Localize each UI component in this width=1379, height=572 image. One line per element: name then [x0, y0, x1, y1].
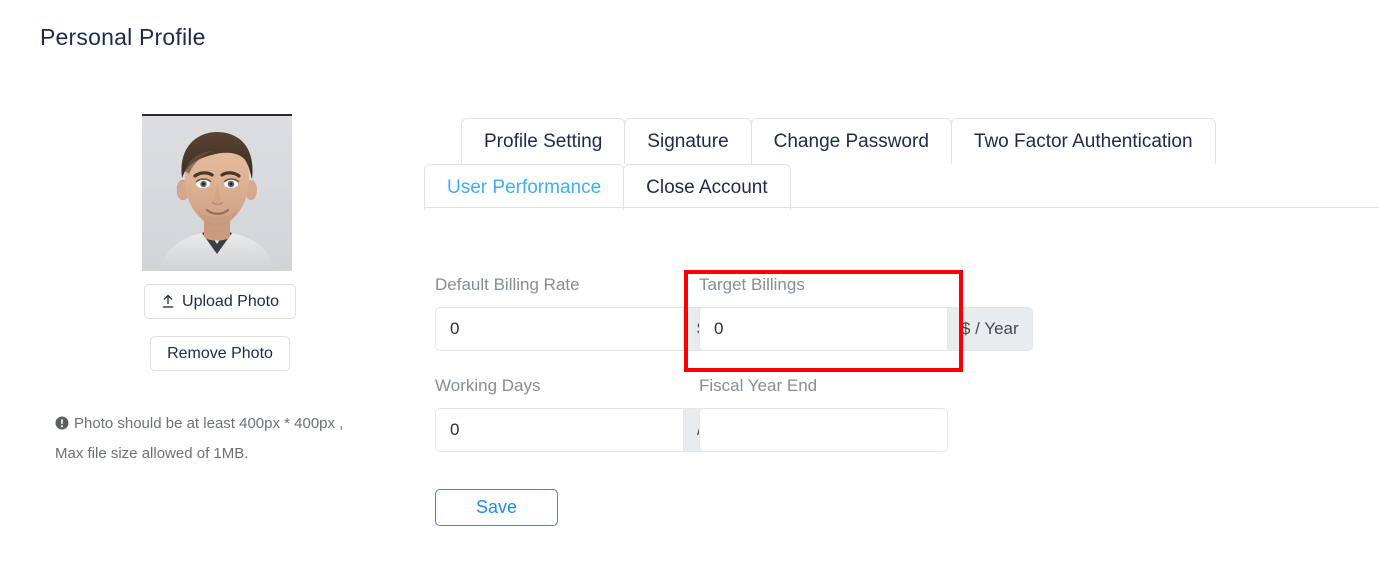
tab-user-performance[interactable]: User Performance	[424, 164, 625, 210]
fiscal-year-end-input-group	[699, 408, 948, 452]
target-billings-input[interactable]	[699, 307, 947, 351]
tab-label: Signature	[647, 130, 729, 152]
page-title: Personal Profile	[40, 24, 206, 50]
upload-arrow-icon	[161, 294, 175, 309]
save-button[interactable]: Save	[435, 489, 558, 526]
tab-change-password[interactable]: Change Password	[750, 118, 952, 164]
default-billing-rate-label: Default Billing Rate	[435, 275, 580, 294]
field-default-billing-rate: Default Billing Rate $ / Hr	[435, 275, 753, 351]
working-days-input[interactable]	[435, 408, 683, 452]
tab-label: Two Factor Authentication	[973, 130, 1193, 152]
tab-close-account[interactable]: Close Account	[623, 164, 791, 210]
upload-photo-button[interactable]: Upload Photo	[144, 284, 296, 319]
remove-photo-button[interactable]: Remove Photo	[150, 336, 290, 371]
tab-label: Close Account	[646, 176, 768, 198]
field-working-days: Working Days / Year	[435, 376, 755, 452]
tab-signature[interactable]: Signature	[624, 118, 752, 164]
tab-label: User Performance	[447, 176, 602, 198]
photo-hint-line-2: Max file size allowed of 1MB.	[55, 445, 249, 462]
tab-label: Change Password	[773, 130, 929, 152]
upload-photo-label: Upload Photo	[182, 292, 279, 310]
target-billings-input-group: $ / Year	[699, 307, 1033, 351]
tab-profile-setting[interactable]: Profile Setting	[461, 118, 626, 164]
tab-two-factor-authentication[interactable]: Two Factor Authentication	[950, 118, 1216, 164]
tabs-row-secondary: User Performance Close Account	[424, 164, 1379, 210]
avatar-image	[142, 116, 292, 271]
tabs-divider	[424, 207, 1379, 208]
working-days-input-group: / Year	[435, 408, 755, 452]
save-button-label: Save	[475, 497, 518, 517]
tabs-row-primary: Profile Setting Signature Change Passwor…	[424, 118, 1379, 164]
fiscal-year-end-input[interactable]	[699, 408, 948, 452]
remove-photo-label: Remove Photo	[167, 344, 273, 362]
photo-requirements-hint: Photo should be at least 400px * 400px ,…	[55, 409, 395, 469]
tab-label: Profile Setting	[484, 130, 603, 152]
info-exclamation-icon	[55, 416, 69, 430]
profile-tabs: Profile Setting Signature Change Passwor…	[424, 118, 1379, 210]
target-billings-addon: $ / Year	[947, 307, 1033, 351]
form-row-billing: Default Billing Rate $ / Hr Target Billi…	[435, 276, 1033, 351]
photo-hint-line-1: Photo should be at least 400px * 400px ,	[74, 415, 344, 432]
default-billing-rate-input-group: $ / Hr	[435, 307, 753, 351]
field-target-billings: Target Billings $ / Year	[699, 276, 1033, 351]
fiscal-year-end-label: Fiscal Year End	[699, 376, 818, 395]
target-billings-label: Target Billings	[699, 275, 805, 294]
field-fiscal-year-end: Fiscal Year End	[699, 377, 948, 452]
avatar	[142, 114, 292, 271]
default-billing-rate-input[interactable]	[435, 307, 683, 351]
form-row-schedule: Working Days / Year Fiscal Year End	[435, 377, 948, 452]
working-days-label: Working Days	[435, 376, 541, 395]
